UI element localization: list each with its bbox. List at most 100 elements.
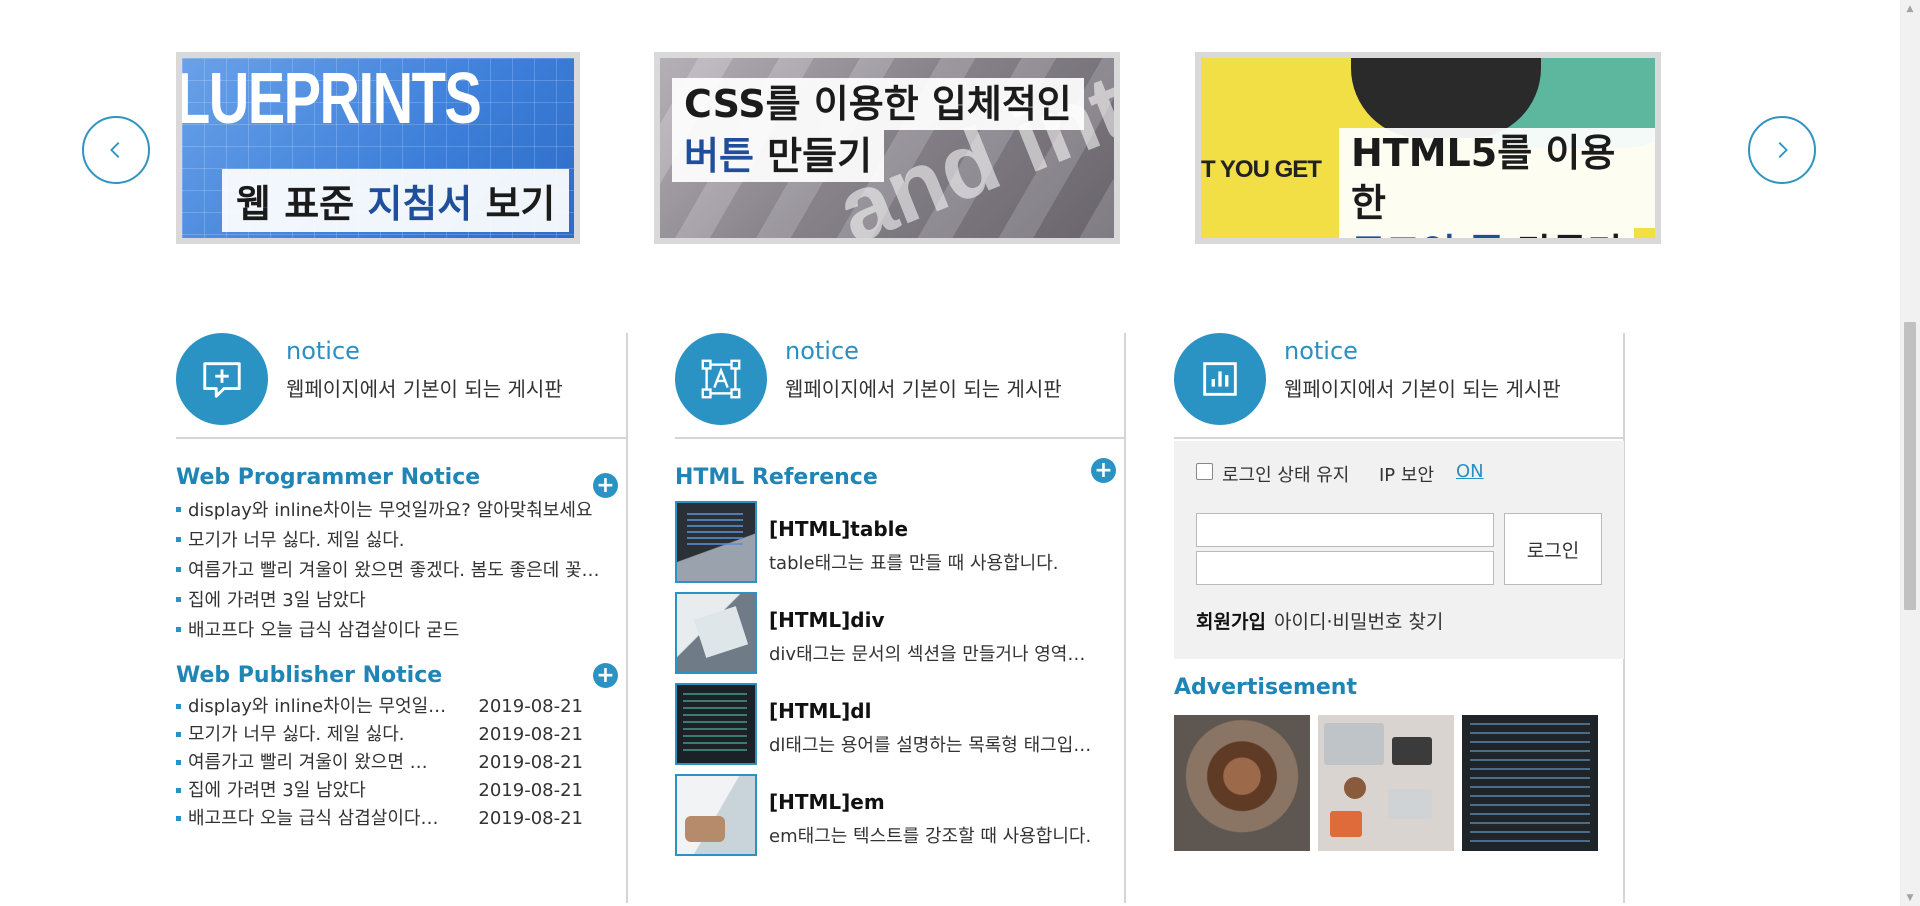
login-button[interactable]: 로그인: [1504, 513, 1602, 585]
column-header: notice 웹페이지에서 기본이 되는 게시판: [1174, 333, 1624, 439]
list-item[interactable]: 배고프다 오늘 급식 삼겹살이다 굳드: [176, 616, 616, 646]
reference-title: [HTML]dl: [769, 699, 872, 723]
banner-background-text: LUEPRINTS: [176, 59, 482, 139]
list-item[interactable]: 모기가 너무 싫다. 제일 싫다. 2019-08-21: [176, 721, 583, 749]
banner-caption-highlight: 로그인 폼: [1351, 231, 1504, 238]
list-item-date: 2019-08-21: [478, 696, 583, 717]
column-title[interactable]: notice: [785, 337, 859, 365]
section-title[interactable]: Web Programmer Notice: [176, 465, 480, 490]
reference-item[interactable]: [HTML]div div태그는 문서의 섹션을 만들거나 영역…: [675, 592, 1125, 674]
banner-caption-tail: 만들기: [1504, 231, 1622, 238]
html-reference-column: notice 웹페이지에서 기본이 되는 게시판 HTML Reference …: [675, 333, 1125, 903]
reference-item[interactable]: [HTML]table table태그는 표를 만들 때 사용합니다.: [675, 501, 1125, 583]
scroll-thumb[interactable]: [1904, 322, 1916, 610]
list-item[interactable]: 여름가고 빨리 겨울이 왔으면 … 2019-08-21: [176, 749, 583, 777]
reference-description: div태그는 문서의 섹션을 만들거나 영역…: [769, 644, 1086, 665]
column-subtitle: 웹페이지에서 기본이 되는 게시판: [1284, 377, 1561, 401]
banner-caption: HTML5를 이용한 로그인 폼 만들기: [1339, 128, 1655, 238]
list-item[interactable]: 모기가 너무 싫다. 제일 싫다.: [176, 526, 616, 556]
text-frame-icon: [675, 333, 767, 425]
advertisement-image[interactable]: [1318, 715, 1454, 851]
list-item-title: 배고프다 오늘 급식 삼겹살이다…: [188, 808, 439, 829]
list-item-date: 2019-08-21: [478, 724, 583, 745]
banner-caption-tail: 보기: [472, 182, 556, 226]
banner-caption-tail: 만들기: [753, 134, 873, 178]
reference-title: [HTML]div: [769, 608, 885, 632]
slider-next-button[interactable]: [1748, 116, 1816, 184]
column-title[interactable]: notice: [286, 337, 360, 365]
column-subtitle: 웹페이지에서 기본이 되는 게시판: [785, 377, 1062, 401]
reference-description: em태그는 텍스트를 강조할 때 사용합니다.: [769, 826, 1092, 847]
scroll-down-arrow-icon[interactable]: ▼: [1900, 889, 1920, 906]
find-account-link[interactable]: 아이디·비밀번호 찾기: [1274, 607, 1443, 634]
reference-thumbnail: [675, 592, 757, 674]
reference-thumbnail: [675, 501, 757, 583]
banner-caption-line1: HTML5를 이용한: [1339, 128, 1655, 228]
banner-css-button[interactable]: and inte CSS를 이용한 입체적인 버튼 만들기: [654, 52, 1120, 244]
signup-link[interactable]: 회원가입: [1196, 607, 1266, 634]
reference-title: [HTML]table: [769, 517, 909, 541]
chevron-left-icon: [110, 142, 120, 158]
notice-list: display와 inline차이는 무엇일까요? 알아맞춰보세요 모기가 너무…: [176, 496, 616, 646]
banner-background-text: T YOU GET: [1201, 156, 1322, 183]
advertisement-image[interactable]: [1174, 715, 1310, 851]
list-item[interactable]: 배고프다 오늘 급식 삼겹살이다… 2019-08-21: [176, 805, 583, 833]
advertisement-title: Advertisement: [1174, 675, 1357, 700]
ip-security-toggle[interactable]: ON: [1456, 461, 1484, 482]
banner-caption-highlight: 지침서: [367, 182, 473, 226]
list-item[interactable]: 집에 가려면 3일 남았다: [176, 586, 616, 616]
reference-item[interactable]: [HTML]em em태그는 텍스트를 강조할 때 사용합니다.: [675, 774, 1125, 856]
list-item[interactable]: 집에 가려면 3일 남았다 2019-08-21: [176, 777, 583, 805]
vertical-scrollbar[interactable]: ▲ ▼: [1900, 0, 1920, 906]
keep-login-label[interactable]: 로그인 상태 유지: [1222, 461, 1349, 487]
column-header: notice 웹페이지에서 기본이 되는 게시판: [675, 333, 1125, 439]
list-item[interactable]: display와 inline차이는 무엇일까요? 알아맞춰보세요: [176, 496, 616, 526]
bar-chart-icon: [1174, 333, 1266, 425]
reference-description: dl태그는 용어를 설명하는 목록형 태그입…: [769, 735, 1092, 756]
keep-login-checkbox[interactable]: [1196, 463, 1213, 480]
reference-thumbnail: [675, 774, 757, 856]
column-divider: [626, 333, 628, 903]
banner-caption: 웹 표준 지침서 보기: [222, 169, 570, 232]
more-plus-button[interactable]: +: [593, 663, 618, 688]
reference-thumbnail: [675, 683, 757, 765]
banner-html5-login[interactable]: T YOU GET HTML5를 이용한 로그인 폼 만들기: [1195, 52, 1661, 244]
banner-caption-line2: 버튼 만들기: [672, 130, 885, 182]
list-item[interactable]: display와 inline차이는 무엇일… 2019-08-21: [176, 693, 583, 721]
login-column: notice 웹페이지에서 기본이 되는 게시판 로그인 상태 유지 IP 보안…: [1174, 333, 1624, 903]
reference-item[interactable]: [HTML]dl dl태그는 용어를 설명하는 목록형 태그입…: [675, 683, 1125, 765]
list-item-date: 2019-08-21: [478, 752, 583, 773]
chevron-right-icon: [1778, 142, 1788, 158]
banner-caption-plain: 웹 표준: [236, 182, 368, 226]
banner-web-standard[interactable]: LUEPRINTS 웹 표준 지침서 보기: [176, 52, 580, 244]
column-title[interactable]: notice: [1284, 337, 1358, 365]
list-item-title: 집에 가려면 3일 남았다: [188, 780, 366, 801]
add-comment-icon: [176, 333, 268, 425]
section-title[interactable]: Web Publisher Notice: [176, 663, 442, 688]
reference-title: [HTML]em: [769, 790, 885, 814]
slider-prev-button[interactable]: [82, 116, 150, 184]
password-input[interactable]: [1196, 551, 1494, 585]
notice-column-programmer: notice 웹페이지에서 기본이 되는 게시판 Web Programmer …: [176, 333, 626, 903]
ip-security-label: IP 보안: [1379, 465, 1435, 486]
column-subtitle: 웹페이지에서 기본이 되는 게시판: [286, 377, 563, 401]
scroll-up-arrow-icon[interactable]: ▲: [1900, 0, 1920, 17]
banner-caption-line2: 로그인 폼 만들기: [1339, 228, 1635, 238]
section-title[interactable]: HTML Reference: [675, 465, 878, 490]
banner-caption: CSS를 이용한 입체적인 버튼 만들기: [672, 78, 1084, 182]
user-id-input[interactable]: [1196, 513, 1494, 547]
banner-caption-highlight: 버튼: [684, 134, 754, 178]
list-item-title: 여름가고 빨리 겨울이 왔으면 …: [188, 752, 428, 773]
advertisement-image[interactable]: [1462, 715, 1598, 851]
notice-list: display와 inline차이는 무엇일… 2019-08-21 모기가 너무…: [176, 693, 583, 833]
login-form: 로그인 상태 유지 IP 보안 ON 로그인 회원가입 아이디·비밀번호 찾기: [1174, 441, 1624, 659]
list-item-date: 2019-08-21: [478, 780, 583, 801]
banner-caption-line1: CSS를 이용한 입체적인: [672, 78, 1084, 130]
more-plus-button[interactable]: +: [1091, 458, 1116, 483]
column-header: notice 웹페이지에서 기본이 되는 게시판: [176, 333, 626, 439]
list-item-title: 모기가 너무 싫다. 제일 싫다.: [188, 724, 405, 745]
reference-description: table태그는 표를 만들 때 사용합니다.: [769, 553, 1059, 574]
more-plus-button[interactable]: +: [593, 473, 618, 498]
list-item[interactable]: 여름가고 빨리 겨울이 왔으면 좋겠다. 봄도 좋은데 꽃…: [176, 556, 616, 586]
list-item-title: display와 inline차이는 무엇일…: [188, 696, 447, 717]
